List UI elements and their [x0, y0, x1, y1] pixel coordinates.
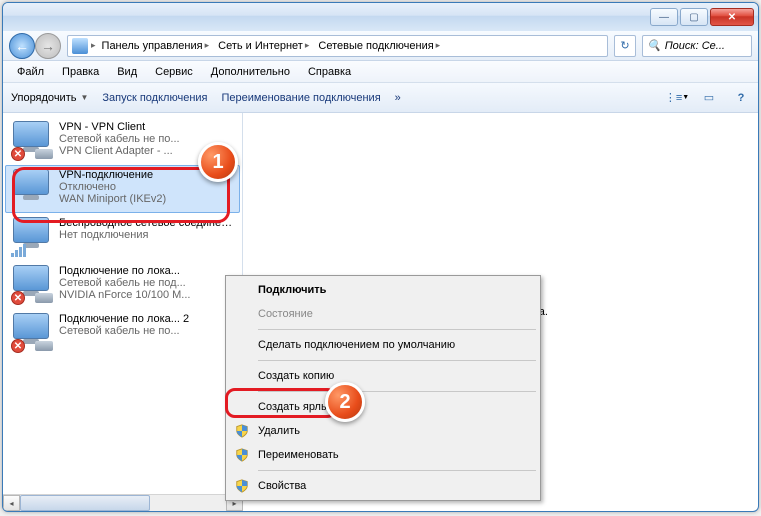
- ctx-properties[interactable]: Свойства: [228, 474, 538, 498]
- connection-icon: [11, 169, 53, 209]
- connection-icon: ✕: [11, 265, 53, 305]
- connection-icon: [11, 217, 53, 257]
- connection-item[interactable]: ✕ Подключение по лока... 2Сетевой кабель …: [5, 309, 240, 357]
- ctx-set-default[interactable]: Сделать подключением по умолчанию: [228, 333, 538, 357]
- connection-name: Подключение по лока... 2: [59, 313, 234, 325]
- chevron-right-icon: ▸: [436, 40, 441, 51]
- breadcrumb-seg[interactable]: Панель управления: [102, 40, 203, 52]
- connection-item[interactable]: ✕ Подключение по лока...Сетевой кабель не…: [5, 261, 240, 309]
- plug-icon: [35, 149, 53, 159]
- help-button[interactable]: ?: [732, 89, 750, 107]
- separator: [258, 329, 536, 330]
- separator: [258, 470, 536, 471]
- address-bar: ← → ▸ Панель управления▸ Сеть и Интернет…: [3, 31, 758, 61]
- error-icon: ✕: [11, 339, 25, 353]
- signal-bars-icon: [11, 244, 26, 257]
- connection-icon: ✕: [11, 121, 53, 161]
- scroll-thumb[interactable]: [20, 495, 150, 511]
- search-placeholder: Поиск: Се...: [665, 40, 725, 52]
- connection-status: Нет подключения: [59, 229, 234, 241]
- menu-view[interactable]: Вид: [109, 64, 145, 80]
- connection-status: Сетевой кабель не по...: [59, 133, 234, 145]
- context-menu: Подключить Состояние Сделать подключение…: [225, 275, 541, 501]
- error-icon: ✕: [11, 291, 25, 305]
- connection-item[interactable]: Беспроводное сетевое соединениеНет подкл…: [5, 213, 240, 261]
- ctx-connect[interactable]: Подключить: [228, 278, 538, 302]
- connection-icon: ✕: [11, 313, 53, 353]
- separator: [258, 391, 536, 392]
- preview-pane-button[interactable]: ▭: [700, 89, 718, 107]
- menu-bar: Файл Правка Вид Сервис Дополнительно Спр…: [3, 61, 758, 83]
- toolbar-rename[interactable]: Переименование подключения: [222, 92, 381, 104]
- toolbar-start[interactable]: Запуск подключения: [102, 92, 207, 104]
- close-button[interactable]: ✕: [710, 8, 754, 26]
- nav-forward-button[interactable]: →: [35, 33, 61, 59]
- maximize-button[interactable]: ▢: [680, 8, 708, 26]
- connection-status: Сетевой кабель не под...: [59, 277, 234, 289]
- titlebar: — ▢ ✕: [3, 3, 758, 31]
- breadcrumb[interactable]: ▸ Панель управления▸ Сеть и Интернет▸ Се…: [67, 35, 608, 57]
- ctx-rename[interactable]: Переименовать: [228, 443, 538, 467]
- breadcrumb-seg[interactable]: Сеть и Интернет: [218, 40, 303, 52]
- shield-icon: [234, 447, 250, 463]
- breadcrumb-seg[interactable]: Сетевые подключения: [318, 40, 433, 52]
- error-icon: ✕: [11, 147, 25, 161]
- nav-back-button[interactable]: ←: [9, 33, 35, 59]
- connection-device: NVIDIA nForce 10/100 M...: [59, 289, 234, 301]
- menu-help[interactable]: Справка: [300, 64, 359, 80]
- chevron-right-icon: ▸: [305, 40, 310, 51]
- menu-tools[interactable]: Сервис: [147, 64, 201, 80]
- annotation-badge: 2: [325, 382, 365, 422]
- connection-status: Отключено: [59, 181, 234, 193]
- plug-icon: [35, 341, 53, 351]
- minimize-button[interactable]: —: [650, 8, 678, 26]
- refresh-button[interactable]: ↻: [614, 35, 636, 57]
- ctx-create-copy[interactable]: Создать копию: [228, 364, 538, 388]
- menu-extra[interactable]: Дополнительно: [203, 64, 298, 80]
- connection-name: Беспроводное сетевое соединение: [59, 217, 234, 229]
- annotation-badge: 1: [198, 142, 238, 182]
- horizontal-scrollbar[interactable]: ◂ ▸: [3, 494, 243, 511]
- search-input[interactable]: 🔍 Поиск: Се...: [642, 35, 752, 57]
- plug-icon: [35, 293, 53, 303]
- ctx-delete[interactable]: Удалить: [228, 419, 538, 443]
- ctx-state: Состояние: [228, 302, 538, 326]
- toolbar-more[interactable]: »: [395, 92, 401, 104]
- connection-status: Сетевой кабель не по...: [59, 325, 234, 337]
- menu-edit[interactable]: Правка: [54, 64, 107, 80]
- view-options-button[interactable]: ⋮≡▼: [668, 89, 686, 107]
- chevron-right-icon: ▸: [91, 40, 96, 51]
- ctx-create-shortcut[interactable]: Создать ярлык: [228, 395, 538, 419]
- separator: [258, 360, 536, 361]
- search-icon: 🔍: [647, 39, 661, 52]
- toolbar: Упорядочить▼ Запуск подключения Переимен…: [3, 83, 758, 113]
- connection-name: Подключение по лока...: [59, 265, 234, 277]
- connection-device: WAN Miniport (IKEv2): [59, 193, 234, 205]
- connection-name: VPN - VPN Client: [59, 121, 234, 133]
- shield-icon: [234, 423, 250, 439]
- shield-icon: [234, 478, 250, 494]
- chevron-right-icon: ▸: [205, 40, 210, 51]
- location-icon: [72, 38, 88, 54]
- menu-file[interactable]: Файл: [9, 64, 52, 80]
- chevron-down-icon: ▼: [80, 93, 88, 102]
- toolbar-organize[interactable]: Упорядочить▼: [11, 92, 88, 104]
- scroll-left-button[interactable]: ◂: [3, 495, 20, 511]
